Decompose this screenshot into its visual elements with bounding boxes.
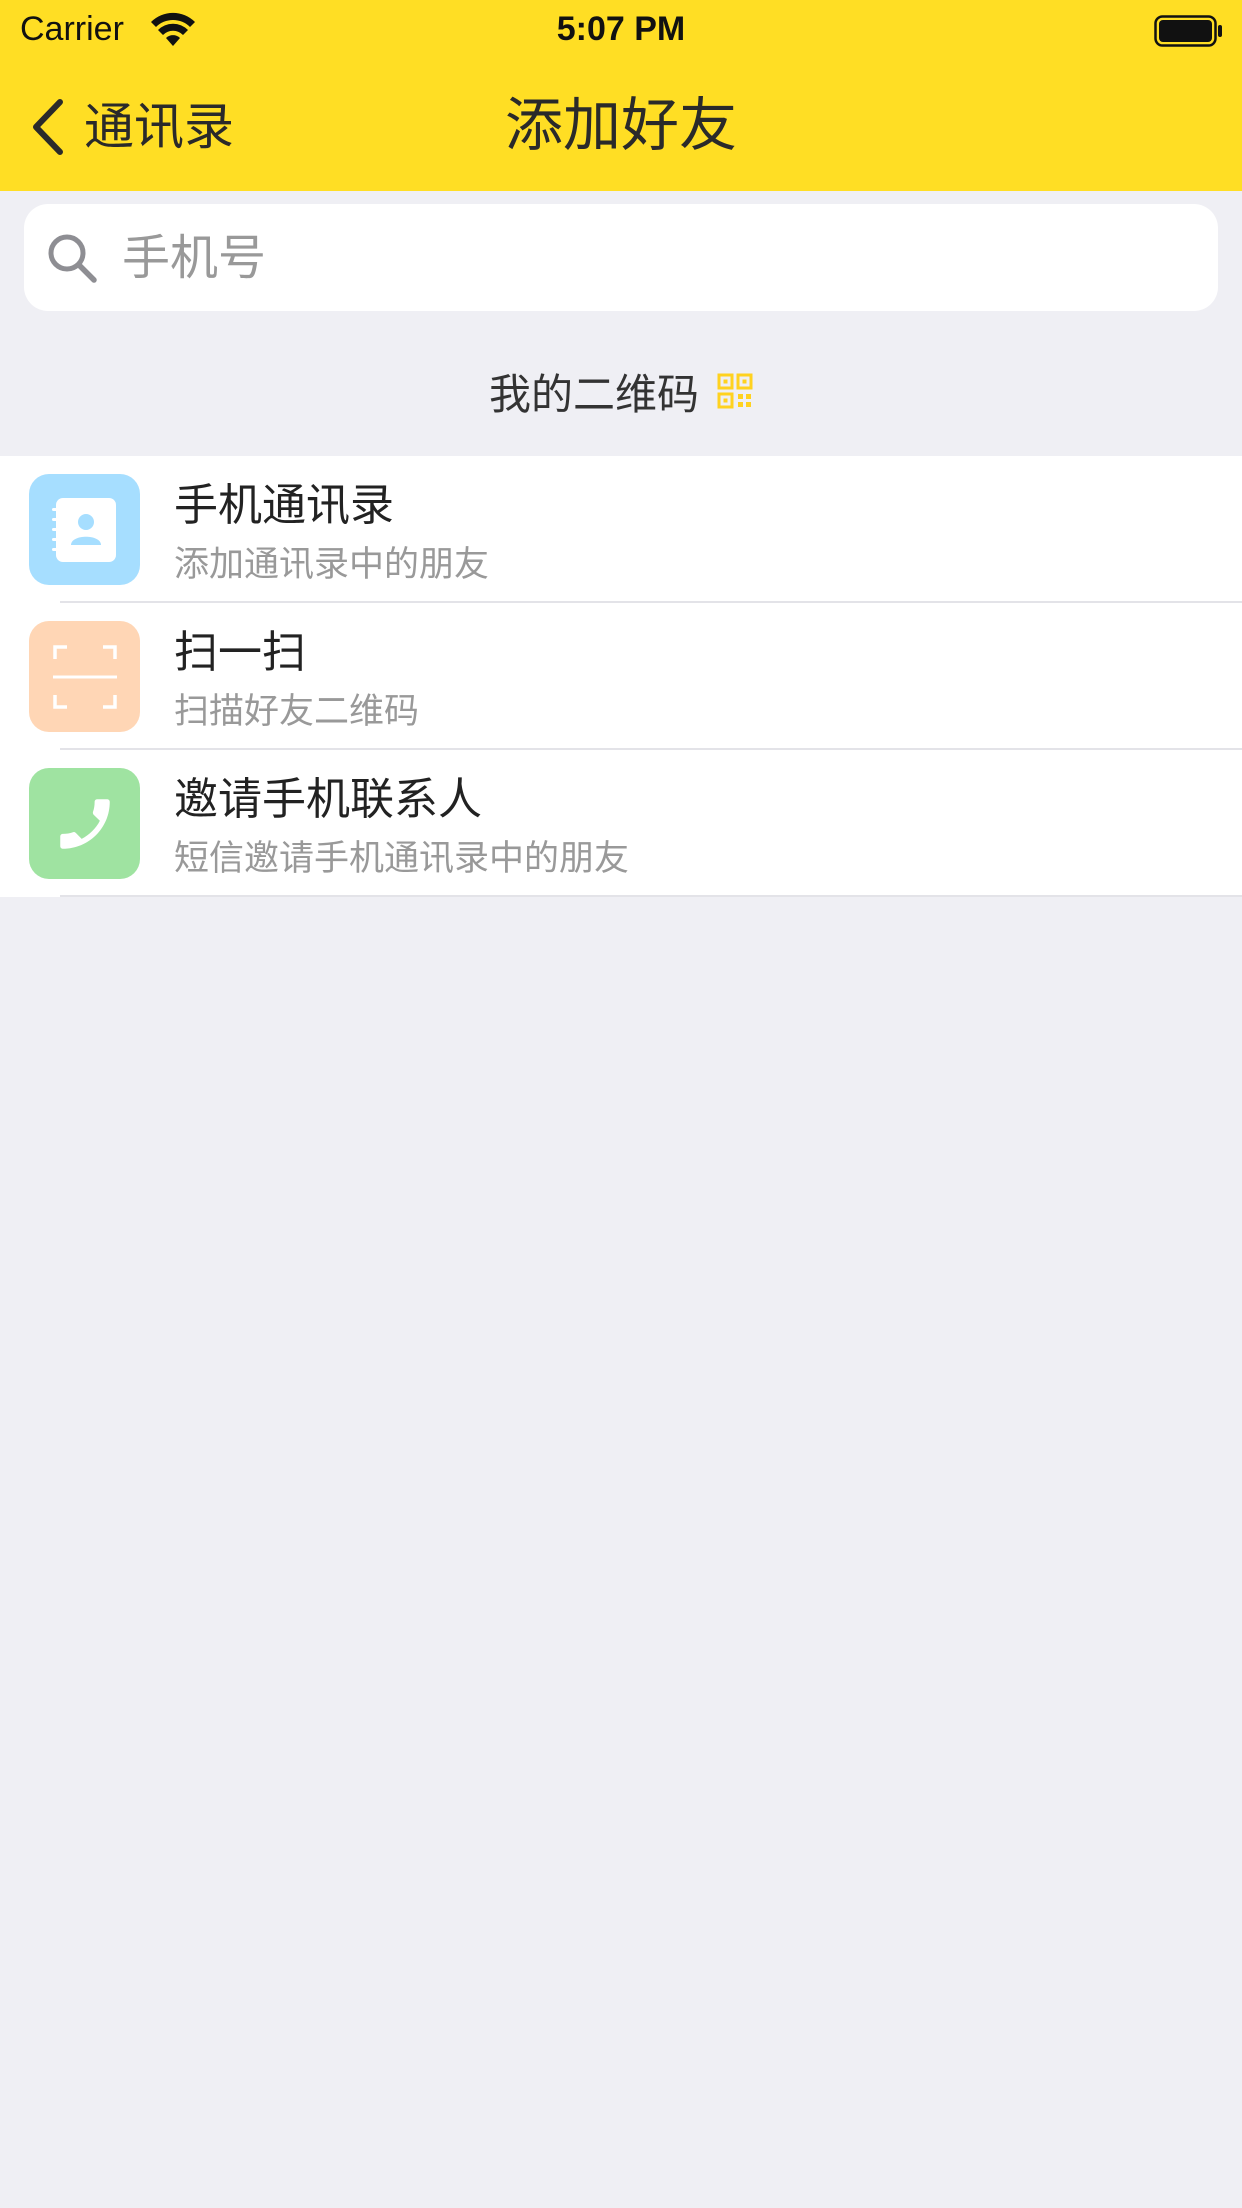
list-item-title: 手机通讯录 (174, 480, 394, 531)
list-item-scan[interactable]: 扫一扫 扫描好友二维码 (0, 603, 1242, 750)
list-item-subtitle: 添加通讯录中的朋友 (174, 545, 490, 585)
list-item-subtitle: 扫描好友二维码 (174, 692, 420, 732)
search-icon (48, 234, 97, 283)
add-friend-options-list: 手机通讯录 添加通讯录中的朋友 扫一扫 扫描好友二维码 邀请手机联系人 短信邀请… (0, 456, 1242, 897)
battery-icon (1154, 15, 1222, 47)
list-item-title: 扫一扫 (174, 627, 306, 678)
list-item-subtitle: 短信邀请手机通讯录中的朋友 (174, 839, 630, 879)
status-time: 5:07 PM (556, 10, 686, 48)
list-item-phone-contacts[interactable]: 手机通讯录 添加通讯录中的朋友 (0, 456, 1242, 603)
phone-search-input[interactable] (120, 228, 1184, 287)
qr-code-icon (717, 373, 753, 409)
list-item-title: 邀请手机联系人 (174, 774, 482, 825)
scan-icon (29, 621, 140, 732)
my-qr-code-button[interactable]: 我的二维码 (0, 356, 1242, 426)
navigation-header: Carrier 5:07 PM 通讯录 添加好友 (0, 0, 1242, 191)
divider (60, 895, 1242, 897)
page-title: 添加好友 (504, 91, 737, 159)
my-qr-code-label: 我的二维码 (488, 369, 699, 419)
list-item-invite-contacts[interactable]: 邀请手机联系人 短信邀请手机通讯录中的朋友 (0, 750, 1242, 897)
contacts-book-icon (29, 474, 140, 585)
phone-icon (29, 768, 140, 879)
status-bar: Carrier 5:07 PM (0, 0, 1242, 62)
search-bar[interactable] (24, 204, 1218, 311)
